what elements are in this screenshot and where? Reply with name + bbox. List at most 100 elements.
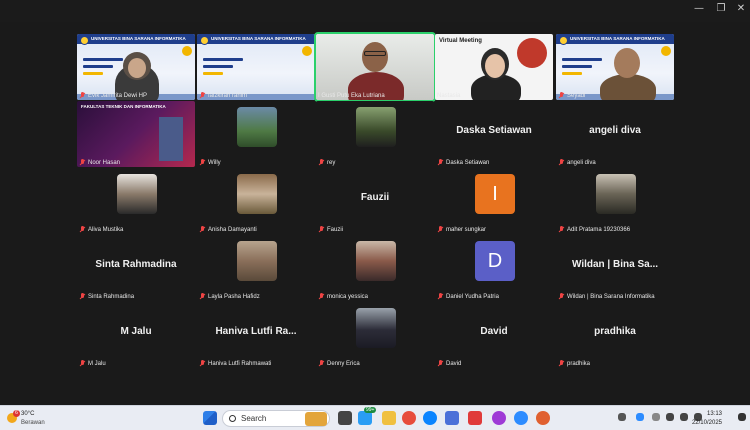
weather-temp: 30°C <box>21 411 35 417</box>
participant-tile[interactable]: Willy <box>197 101 315 167</box>
search-placeholder: Search <box>241 414 267 423</box>
bluetooth-icon[interactable] <box>652 413 660 421</box>
task-view-icon[interactable] <box>338 411 352 425</box>
wps-office-icon[interactable] <box>468 411 482 425</box>
close-icon[interactable]: ✕ <box>732 3 750 14</box>
participant-name: Anisha Damayanti <box>199 226 257 233</box>
whatsapp-icon[interactable] <box>358 411 372 425</box>
participant-name: monica yessica <box>318 293 368 300</box>
windows-start-icon[interactable] <box>203 411 217 425</box>
zoom-tray-icon[interactable] <box>636 413 644 421</box>
search-icon <box>229 415 236 422</box>
participant-name: Willy <box>199 159 221 166</box>
avatar <box>356 241 396 281</box>
participant-tile-active-speaker[interactable]: I Gusti Putu Eka Lutriana <box>314 32 436 102</box>
mic-muted-icon <box>79 293 86 300</box>
participant-name: Aliva Mustika <box>79 226 123 233</box>
participant-tile[interactable]: I maher sungkar <box>435 168 553 234</box>
clock-date: 22/10/2025 <box>691 420 722 426</box>
participant-name: rey <box>318 159 335 166</box>
wifi-icon[interactable] <box>666 413 674 421</box>
edge-icon[interactable] <box>423 411 437 425</box>
store-icon[interactable] <box>445 411 459 425</box>
participant-tile[interactable]: Fauzii Fauzii <box>316 168 434 234</box>
participant-name: angeli diva <box>558 159 596 166</box>
mic-muted-icon <box>318 293 325 300</box>
participant-name: Sinta Rahmadina <box>79 293 134 300</box>
participant-name: Denny Erica <box>318 360 360 367</box>
participant-name: Daska Setiawan <box>437 159 489 166</box>
participant-name: maher sungkar <box>437 226 486 233</box>
zoom-icon[interactable] <box>514 411 528 425</box>
participant-display-name: M Jalu <box>120 326 152 337</box>
participant-tile[interactable]: Wildan | Bina Sa... Wildan | Bina Sarana… <box>556 235 674 301</box>
participant-name: Wildan | Bina Sarana Informatika <box>558 293 655 300</box>
participant-name: M Jalu <box>79 360 106 367</box>
mic-muted-icon <box>558 159 565 166</box>
participant-name: Layla Pasha Hafidz <box>199 293 260 300</box>
weather-widget[interactable]: 6 30°C Berawan <box>5 409 65 429</box>
mic-muted-icon <box>199 360 206 367</box>
mic-muted-icon <box>558 360 565 367</box>
file-explorer-icon[interactable] <box>382 411 396 425</box>
participant-tile[interactable]: UNIVERSITAS BINA SARANA INFORMATIKA faiz… <box>197 34 315 100</box>
participant-tile[interactable]: rey <box>316 101 434 167</box>
participant-name: faizkirah rahim <box>199 92 247 99</box>
participant-tile[interactable]: Adit Pratama 19230366 <box>556 168 674 234</box>
avatar-initial: D <box>475 241 515 281</box>
mic-muted-icon <box>437 226 444 233</box>
system-clock[interactable]: 13:13 22/10/2025 <box>692 410 722 428</box>
volume-icon[interactable] <box>680 413 688 421</box>
notifications-icon[interactable] <box>738 413 746 421</box>
clock-time: 13:13 <box>706 411 722 417</box>
participant-name: David <box>437 360 461 367</box>
participant-tile[interactable]: D Daniel Yudha Patria <box>435 235 553 301</box>
slide-title: FAKULTAS TEKNIK DAN INFORMATIKA <box>81 104 166 109</box>
participant-tile[interactable]: Virtual Meeting Nastasia <box>435 34 553 100</box>
participant-name: Fauzii <box>318 226 343 233</box>
participant-tile[interactable]: Aliva Mustika <box>77 168 195 234</box>
participant-tile[interactable]: pradhika pradhika <box>556 302 674 368</box>
participant-display-name: Haniva Lutfi Ra... <box>215 326 297 337</box>
avatar <box>237 174 277 214</box>
participant-tile[interactable]: UNIVERSITAS BINA SARANA INFORMATIKA Evik… <box>77 34 195 100</box>
participant-tile[interactable]: Anisha Damayanti <box>197 168 315 234</box>
participant-tile[interactable]: Haniva Lutfi Ra... Haniva Lutfi Rahmawat… <box>197 302 315 368</box>
participant-tile[interactable]: M Jalu M Jalu <box>77 302 195 368</box>
participant-display-name: Fauzii <box>360 192 390 203</box>
chrome-icon[interactable] <box>402 411 416 425</box>
participant-tile[interactable]: Daska Setiawan Daska Setiawan <box>435 101 553 167</box>
participant-tile[interactable]: UNIVERSITAS BINA SARANA INFORMATIKA Seya… <box>556 34 674 100</box>
news-widget-icon[interactable] <box>305 412 327 426</box>
participant-tile[interactable]: Layla Pasha Hafidz <box>197 235 315 301</box>
avatar <box>237 107 277 147</box>
taskbar: 6 30°C Berawan Search 99+ 13:13 22/10/20… <box>0 405 750 430</box>
browser-icon[interactable] <box>536 411 550 425</box>
participant-tile[interactable]: angeli diva angeli diva <box>556 101 674 167</box>
weather-badge: 6 <box>13 410 20 417</box>
mic-muted-icon <box>437 293 444 300</box>
participant-tile[interactable]: FAKULTAS TEKNIK DAN INFORMATIKA Noor Has… <box>77 101 195 167</box>
chevron-up-icon[interactable] <box>618 413 626 421</box>
minimize-icon[interactable]: — <box>690 3 708 14</box>
slide-title: UNIVERSITAS BINA SARANA INFORMATIKA <box>570 36 665 41</box>
participant-name: Haniva Lutfi Rahmawati <box>199 360 271 367</box>
participant-name: Daniel Yudha Patria <box>437 293 499 300</box>
mic-muted-icon <box>199 226 206 233</box>
participant-tile[interactable]: Denny Erica <box>316 302 434 368</box>
participant-tile[interactable]: Sinta Rahmadina Sinta Rahmadina <box>77 235 195 301</box>
slide-title: UNIVERSITAS BINA SARANA INFORMATIKA <box>91 36 186 41</box>
participant-name: Evik Jamirita Dewi HP <box>79 92 147 99</box>
participant-display-name: angeli diva <box>589 125 641 136</box>
mic-muted-icon <box>79 226 86 233</box>
participant-name: Adit Pratama 19230366 <box>558 226 630 233</box>
participant-tile[interactable]: David David <box>435 302 553 368</box>
slide-title: Virtual Meeting <box>439 38 482 44</box>
participant-tile[interactable]: monica yessica <box>316 235 434 301</box>
mic-muted-icon <box>199 92 206 99</box>
avatar <box>356 107 396 147</box>
avatar <box>237 241 277 281</box>
chrome-profile-icon[interactable] <box>492 411 506 425</box>
maximize-icon[interactable]: ❐ <box>712 3 730 14</box>
participant-name: Nastasia <box>437 93 461 99</box>
